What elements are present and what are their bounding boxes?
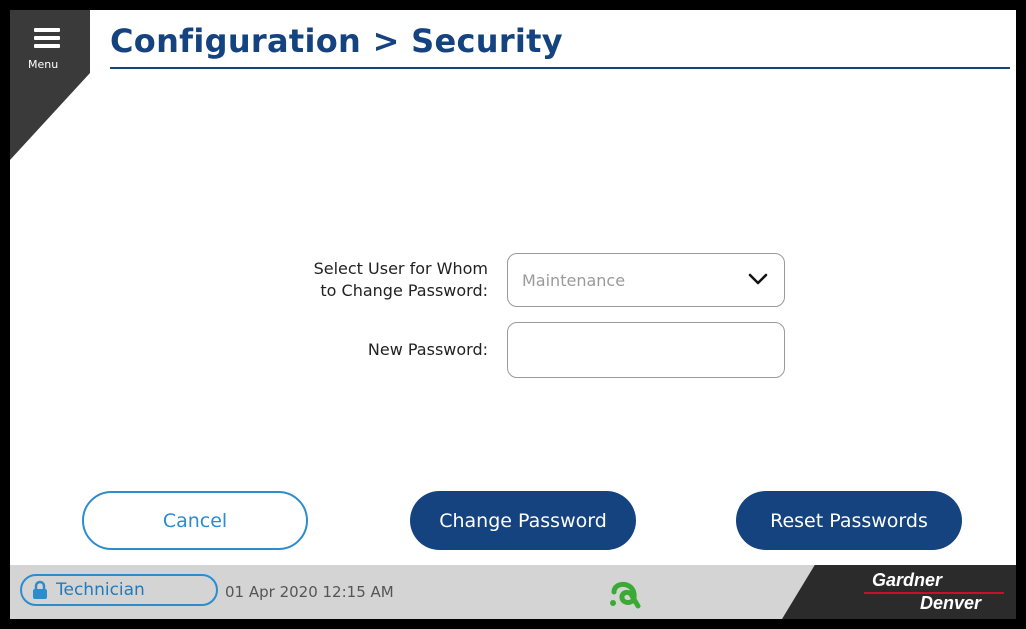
select-user-label: Select User for Whom to Change Password: [314, 258, 488, 302]
page-title: Configuration > Security [110, 22, 563, 60]
new-password-input[interactable] [507, 322, 785, 378]
brand-text-bottom: Denver [920, 593, 982, 613]
title-divider [110, 67, 1010, 69]
select-user-label-line2: to Change Password: [320, 281, 488, 300]
change-password-button[interactable]: Change Password [410, 491, 636, 550]
datetime-display: 01 Apr 2020 12:15 AM [225, 583, 394, 601]
menu-button[interactable]: Menu [10, 10, 90, 160]
status-bar: Technician 01 Apr 2020 12:15 AM Gardner … [10, 565, 1016, 619]
new-password-label: New Password: [367, 340, 488, 359]
chevron-down-icon [748, 273, 768, 285]
reset-passwords-button[interactable]: Reset Passwords [736, 491, 962, 550]
cancel-button[interactable]: Cancel [82, 491, 308, 550]
hamburger-icon [34, 28, 60, 52]
select-user-label-line1: Select User for Whom [313, 259, 488, 278]
connection-status-icon [610, 582, 641, 609]
menu-label: Menu [28, 58, 59, 71]
current-user-name: Technician [56, 580, 145, 600]
app-screen: Menu Configuration > Security Select Use… [10, 10, 1016, 619]
brand-text-top: Gardner [872, 570, 943, 590]
user-select-dropdown[interactable]: Maintenance [507, 253, 785, 307]
lock-icon [33, 580, 47, 599]
current-user-badge[interactable]: Technician [20, 574, 218, 606]
selected-user-value: Maintenance [522, 271, 626, 290]
gardner-denver-logo: Gardner Denver [782, 565, 1016, 619]
